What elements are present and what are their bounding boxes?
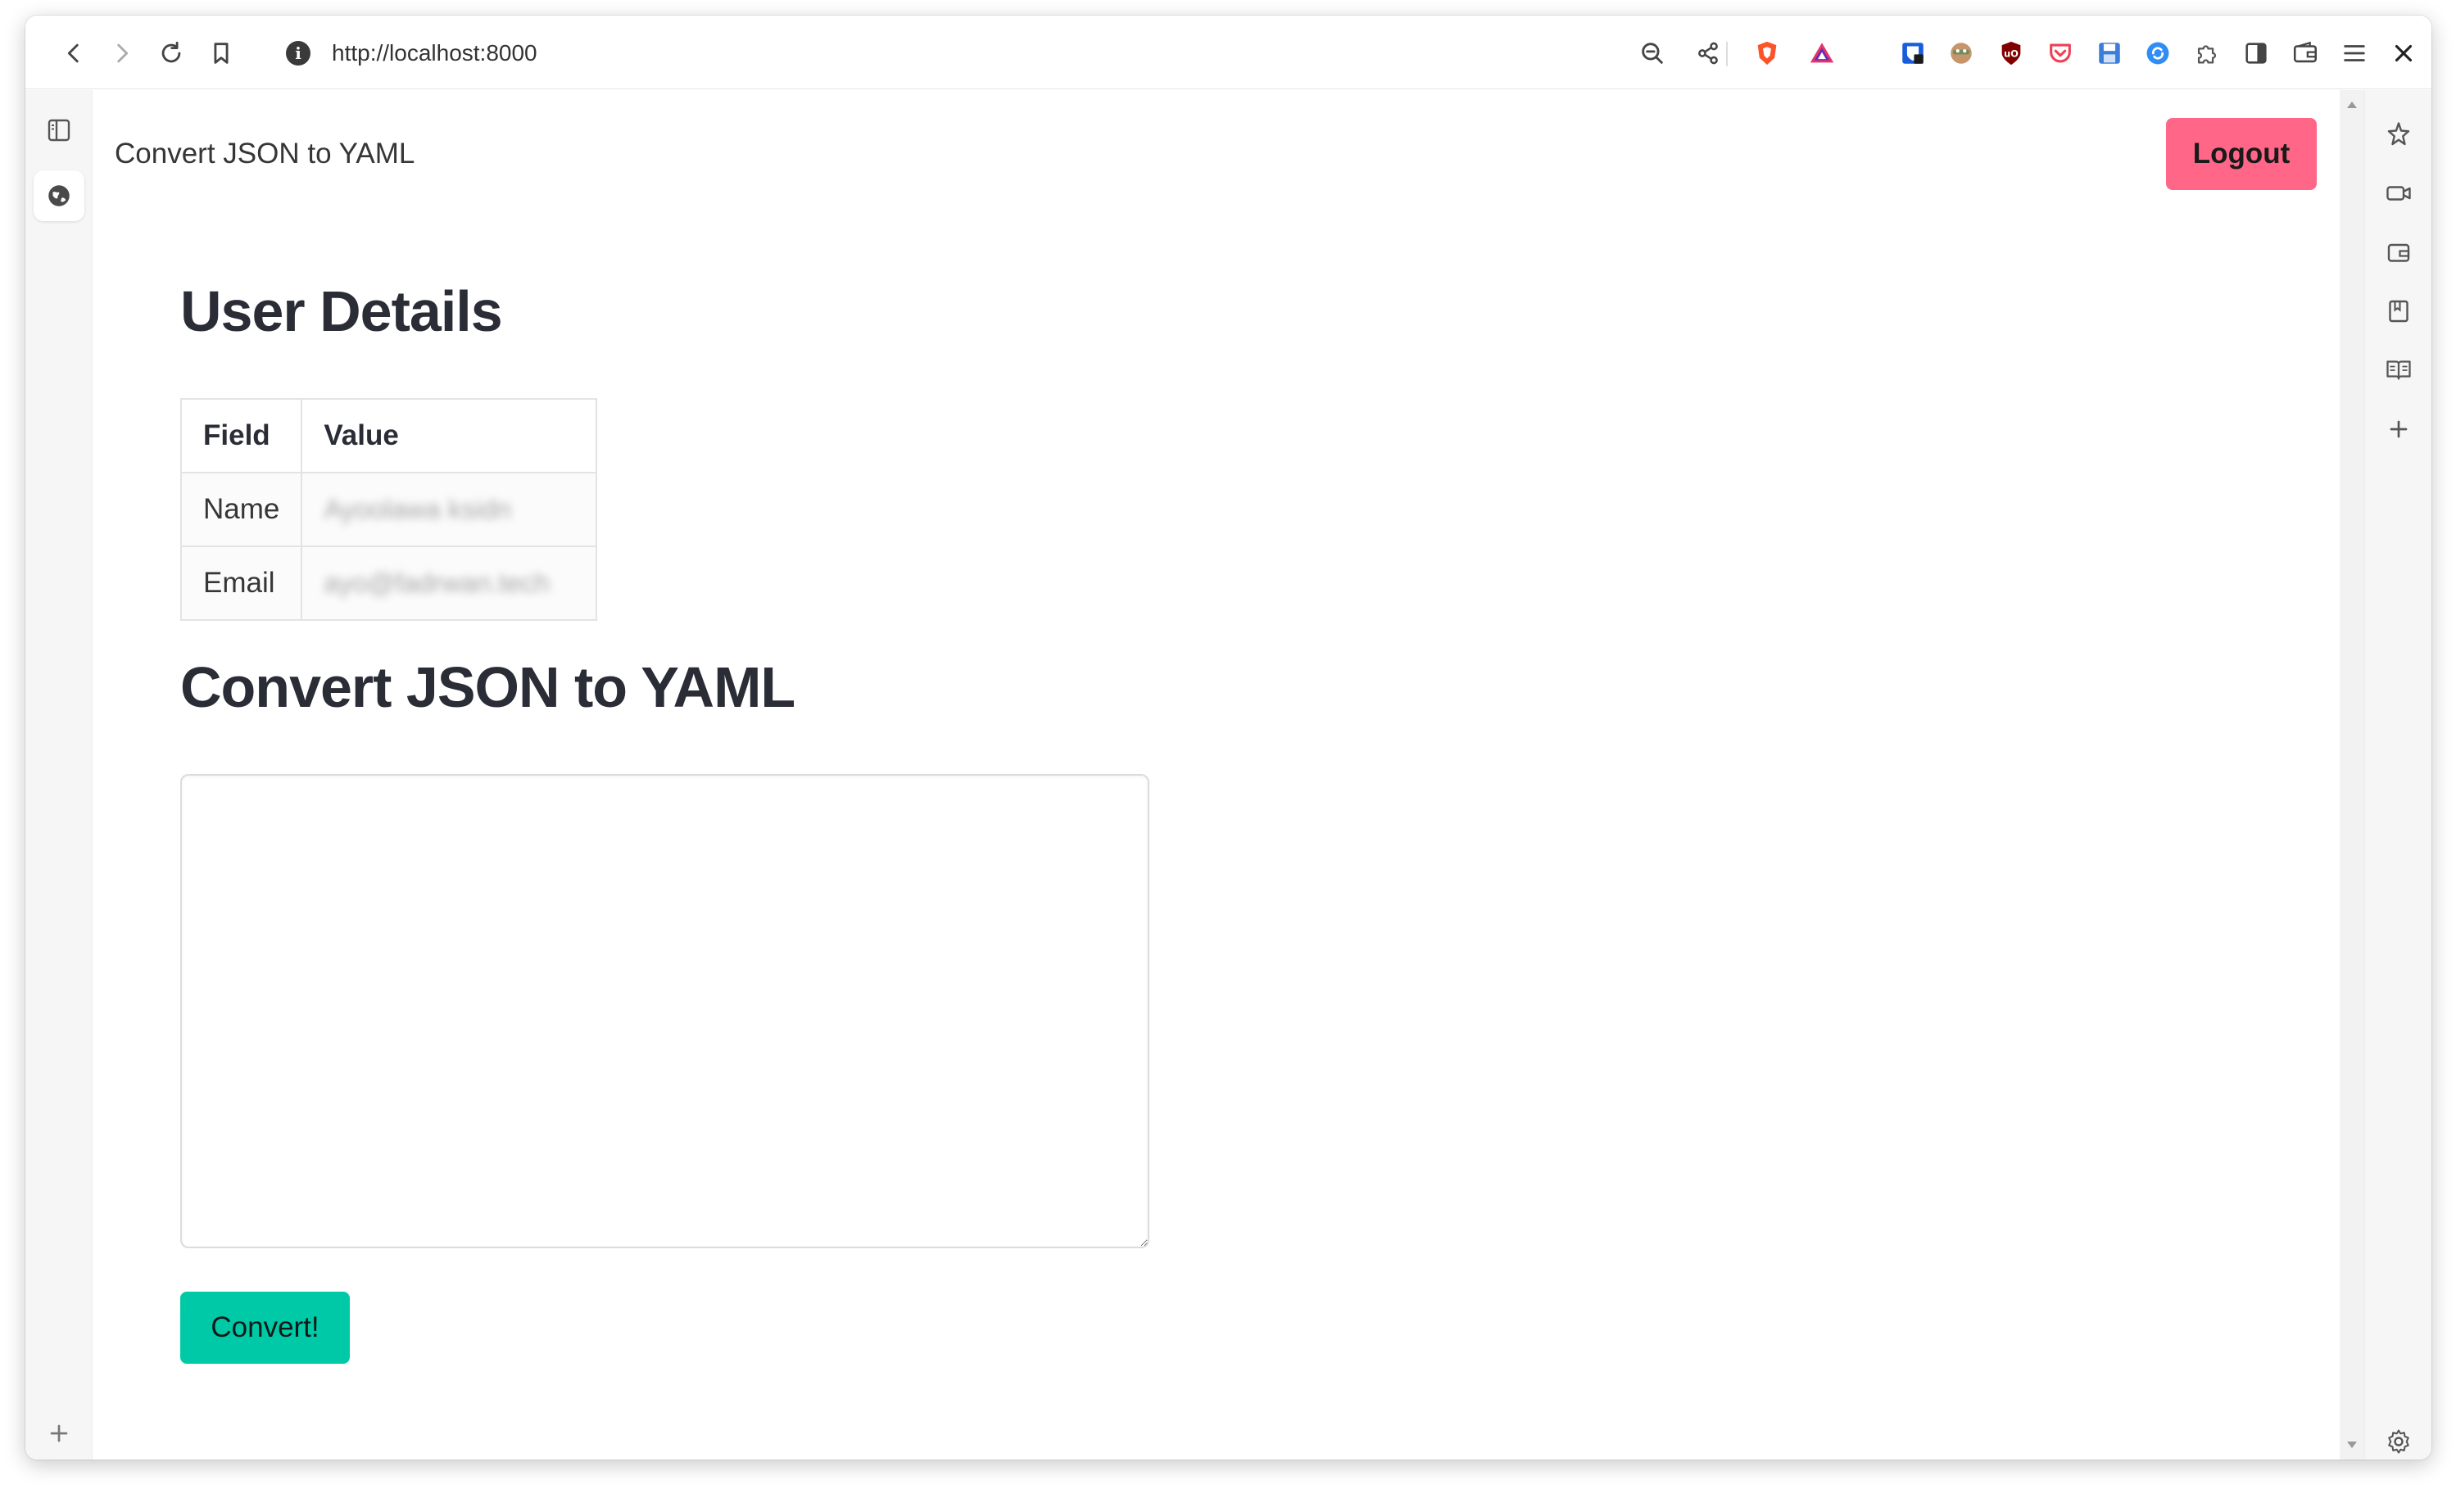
table-row: Name Ayoolawa ksidn xyxy=(179,472,598,547)
table-header-field: Field xyxy=(179,398,303,473)
back-icon[interactable] xyxy=(60,39,88,67)
bookmark-icon[interactable] xyxy=(2382,295,2415,328)
reload-icon[interactable] xyxy=(157,39,185,67)
sidebar-panel-icon[interactable] xyxy=(43,114,75,147)
wallet-icon[interactable] xyxy=(2382,236,2415,269)
sync-icon[interactable] xyxy=(2144,39,2172,67)
plus-icon[interactable] xyxy=(2382,413,2415,446)
browser-window: i http://localhost:8000 uO Convert JSON … xyxy=(25,16,2431,1460)
share-icon[interactable] xyxy=(1694,39,1722,67)
table-cell-field: Name xyxy=(179,472,303,547)
user-details-title: User Details xyxy=(180,279,503,343)
menu-icon[interactable] xyxy=(2340,39,2368,67)
page-content: Convert JSON to YAML Logout User Details… xyxy=(93,90,2340,1460)
forward-icon[interactable] xyxy=(108,39,136,67)
settings-icon[interactable] xyxy=(2382,1425,2415,1458)
pocket-icon[interactable] xyxy=(2046,39,2074,67)
brave-rewards-icon[interactable] xyxy=(1808,39,1836,67)
json-input-textarea[interactable] xyxy=(180,774,1149,1248)
tab-favicon[interactable] xyxy=(34,170,84,221)
leo-icon[interactable] xyxy=(2382,118,2415,151)
ublock-icon[interactable]: uO xyxy=(1997,39,2025,67)
table-cell-value: Ayoolawa ksidn xyxy=(301,472,598,547)
save-icon[interactable] xyxy=(2096,39,2123,67)
table-header-value: Value xyxy=(301,398,598,473)
page-scrollbar[interactable] xyxy=(2340,90,2364,1460)
right-sidebar xyxy=(2364,90,2431,1460)
scroll-up-arrow-icon[interactable] xyxy=(2347,102,2357,108)
extension-icon[interactable] xyxy=(1947,39,1975,67)
wallet-icon[interactable] xyxy=(2291,39,2319,67)
redacted-email: ayo@fadrwan.tech xyxy=(324,568,551,598)
zoom-out-icon[interactable] xyxy=(1638,39,1666,67)
svg-text:uO: uO xyxy=(2004,48,2019,59)
table-cell-value: ayo@fadrwan.tech xyxy=(301,545,598,621)
bitwarden-icon[interactable] xyxy=(1899,39,1927,67)
sidebar-toggle-icon[interactable] xyxy=(2242,39,2270,67)
browser-toolbar: i http://localhost:8000 uO xyxy=(25,16,2431,89)
puzzle-icon[interactable] xyxy=(2193,39,2221,67)
toolbar-separator xyxy=(1726,42,1728,66)
user-details-table: Field Value Name Ayoolawa ksidn Email ay… xyxy=(179,398,598,621)
site-info-icon[interactable]: i xyxy=(286,41,310,66)
reading-list-icon[interactable] xyxy=(2382,354,2415,387)
table-cell-field: Email xyxy=(179,545,303,621)
convert-button[interactable]: Convert! xyxy=(180,1292,350,1364)
address-bar[interactable]: i http://localhost:8000 xyxy=(247,30,1873,76)
navbar-brand[interactable]: Convert JSON to YAML xyxy=(115,136,415,172)
bookmark-icon[interactable] xyxy=(207,39,235,67)
logout-button[interactable]: Logout xyxy=(2166,118,2317,190)
address-url[interactable]: http://localhost:8000 xyxy=(332,39,537,67)
brave-shield-icon[interactable] xyxy=(1753,39,1781,67)
globe-icon xyxy=(43,179,75,212)
table-row: Email ayo@fadrwan.tech xyxy=(179,545,598,621)
add-tab-icon[interactable] xyxy=(43,1417,75,1450)
left-sidebar xyxy=(25,90,93,1460)
scroll-down-arrow-icon[interactable] xyxy=(2347,1442,2357,1448)
video-icon[interactable] xyxy=(2382,177,2415,210)
close-icon[interactable] xyxy=(2390,39,2417,67)
convert-title: Convert JSON to YAML xyxy=(180,655,795,719)
redacted-name: Ayoolawa ksidn xyxy=(324,494,512,524)
table-header-row: Field Value xyxy=(179,398,598,473)
